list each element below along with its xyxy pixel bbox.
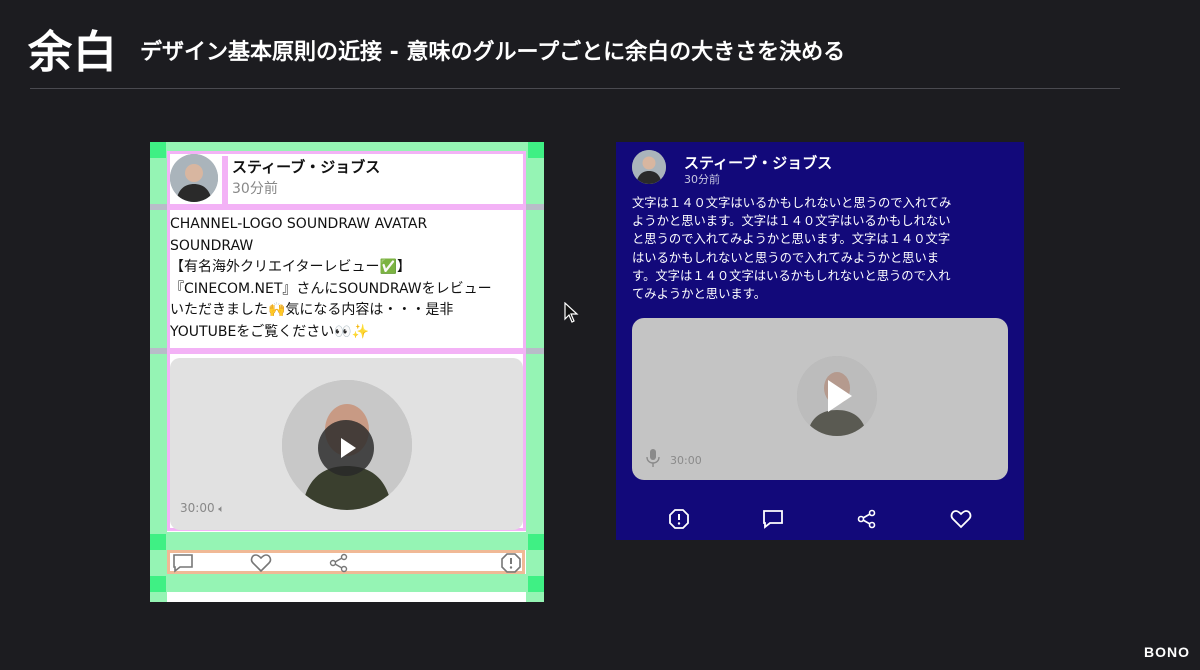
mouse-cursor-icon [564, 302, 579, 323]
post-card: スティーブ・ジョブス 30分前 文字は１４０文字はいるかもしれないと思うので入れ… [616, 142, 1024, 540]
comment-icon[interactable] [762, 508, 784, 530]
post-text-line: CHANNEL-LOGO SOUNDRAW AVATAR [170, 216, 428, 232]
post-text-line: 『CINECOM.NET』さんにSOUNDRAWをレビュー [170, 280, 492, 297]
user-name[interactable]: スティーブ・ジョブス [684, 152, 832, 173]
post-time: 30分前 [684, 173, 720, 186]
group-gap [526, 204, 544, 210]
slide-subtitle: デザイン基本原則の近接 - 意味のグループごとに余白の大きさを決める [140, 40, 846, 65]
group-gap [150, 204, 167, 210]
speaker-icon[interactable]: 🔈︎ [218, 504, 224, 515]
margin-corner [528, 534, 544, 550]
margin-band-video-bottom [150, 532, 544, 550]
post-time: 30分前 [232, 181, 278, 197]
post-text-line: YOUTUBEをご覧ください👀✨ [170, 323, 370, 340]
video-player[interactable]: 30:00 [632, 318, 1008, 480]
video-player[interactable]: 30:00 🔈︎ [170, 358, 523, 530]
slide-title: 余白 [28, 27, 118, 78]
post-text-line: てみようかと思います。 [632, 287, 767, 302]
post-text-line: と思うので入れてみようかと思います。文字は１４０文字 [632, 232, 951, 247]
microphone-icon[interactable] [646, 448, 660, 468]
heart-icon[interactable] [250, 553, 272, 573]
margin-corner [150, 534, 166, 550]
margin-corner [150, 576, 166, 592]
report-icon[interactable] [500, 553, 522, 573]
avatar[interactable] [170, 154, 218, 202]
group-outline [523, 151, 526, 531]
share-icon[interactable] [328, 553, 350, 573]
post-text-line: 【有名海外クリエイターレビュー✅】 [170, 259, 411, 276]
post-text-line: す。文字は１４０文字はいるかもしれないと思うので入れ [632, 268, 951, 283]
margin-band-bottom [150, 574, 544, 592]
brand-logo: BONO [1144, 644, 1190, 660]
report-icon[interactable] [668, 508, 690, 530]
group-outline [167, 151, 526, 154]
action-bar [167, 550, 525, 574]
margin-corner [150, 142, 166, 158]
post-text: CHANNEL-LOGO SOUNDRAW AVATAR SOUNDRAW 【有… [170, 214, 520, 344]
video-duration: 30:00 🔈︎ [180, 501, 224, 515]
group-outline [167, 348, 526, 354]
comment-icon[interactable] [172, 553, 194, 573]
video-duration: 30:00 [670, 454, 702, 467]
group-gap [526, 348, 544, 354]
post-text-line: はいるかもしれないと思うので入れてみようかと思いま [632, 250, 940, 265]
post-text-line: いただきました🙌気になる内容は・・・是非 [170, 302, 454, 319]
margin-corner [528, 142, 544, 158]
video-duration-text: 30:00 [180, 501, 215, 515]
share-icon[interactable] [856, 508, 878, 530]
margin-corner [528, 576, 544, 592]
annotated-post-card: スティーブ・ジョブス 30分前 CHANNEL-LOGO SOUNDRAW AV… [150, 142, 544, 602]
avatar[interactable] [632, 150, 666, 184]
post-text-line: 文字は１４０文字はいるかもしれないと思うので入れてみ [632, 196, 952, 210]
post-text-line: ようかと思います。文字は１４０文字はいるかもしれない [632, 214, 951, 229]
avatar-gap-marker [222, 156, 228, 204]
title-divider [30, 88, 1120, 89]
heart-icon[interactable] [950, 508, 972, 530]
user-name[interactable]: スティーブ・ジョブス [232, 156, 380, 177]
group-gap [150, 348, 167, 354]
play-button[interactable] [318, 420, 374, 476]
post-text-line: SOUNDRAW [170, 237, 254, 254]
margin-band-top [150, 142, 544, 151]
video-thumbnail [797, 356, 877, 436]
group-outline [167, 204, 526, 210]
post-text: 文字は１４０文字はいるかもしれないと思うので入れてみ ようかと思います。文字は１… [632, 194, 1012, 303]
